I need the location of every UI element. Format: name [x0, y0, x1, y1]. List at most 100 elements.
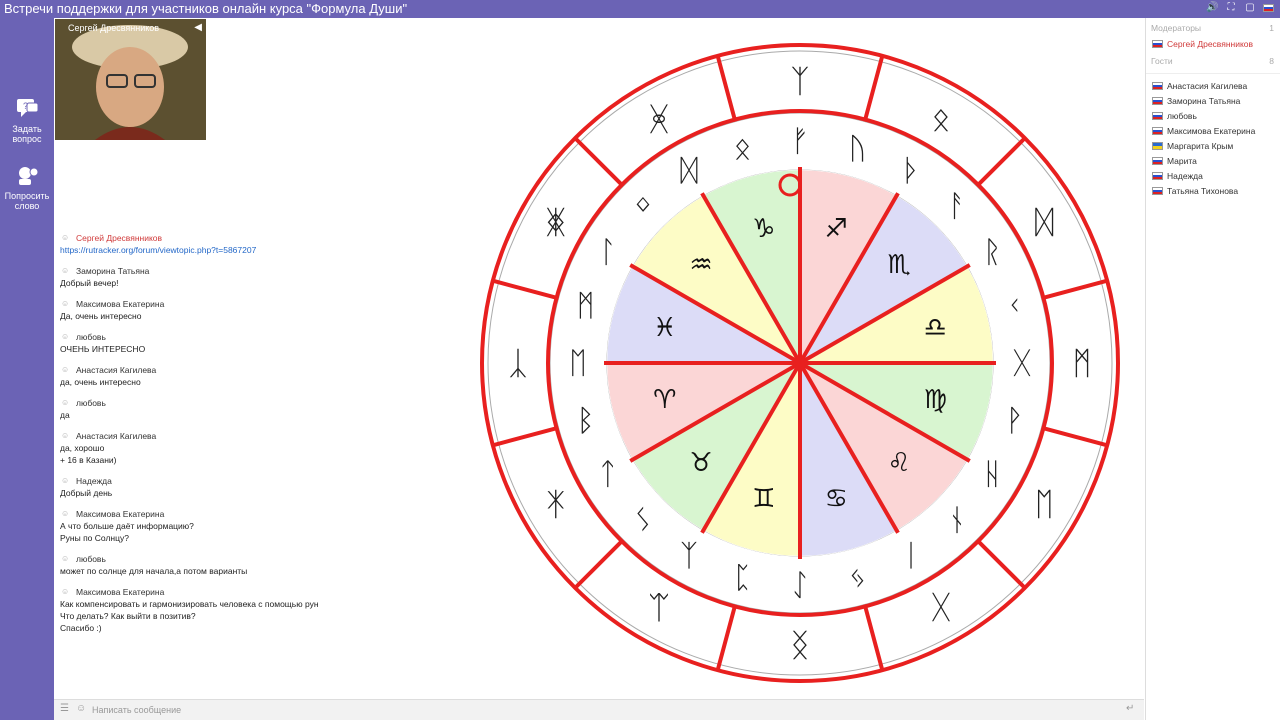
chat-message: Максимова ЕкатеринаКак компенсировать и … — [60, 586, 480, 634]
outer-rune: ᛡ — [546, 485, 565, 523]
flag-ru-icon — [1152, 126, 1163, 135]
guest-item[interactable]: Надежда — [1146, 168, 1280, 183]
message-text: Спасибо :) — [60, 623, 102, 633]
message-author[interactable]: Сергей Дресвянников — [60, 232, 480, 244]
outer-rune: ᛝ — [790, 626, 809, 664]
inner-rune: ᚷ — [1013, 346, 1031, 381]
page-title: Встречи поддержки для участников онлайн … — [4, 1, 408, 16]
inner-rune: ᚱ — [983, 235, 1001, 270]
presenter-avatar — [55, 19, 206, 140]
guest-item[interactable]: Заморина Татьяна — [1146, 93, 1280, 108]
outer-rune: ᛞ — [1035, 203, 1054, 241]
zodiac-sign-glyph: ♑ — [752, 214, 775, 244]
speaker-muted-icon[interactable]: ◀ — [194, 22, 202, 33]
outer-rune: ᛤ — [546, 203, 565, 241]
inner-rune: ᛏ — [599, 457, 617, 492]
zodiac-sign-glyph: ♏ — [887, 250, 910, 280]
inner-rune: ᚹ — [1005, 403, 1023, 438]
message-text: да, очень интересно — [60, 377, 141, 387]
message-text: + 16 в Казани) — [60, 455, 117, 465]
moderator-item[interactable]: Сергей Дресвянников — [1146, 36, 1280, 51]
request-floor-button[interactable]: Попросить слово — [0, 165, 54, 211]
guest-item[interactable]: Маргарита Крым — [1146, 138, 1280, 153]
divider — [1146, 73, 1280, 74]
message-author[interactable]: Надежда — [60, 475, 480, 487]
guests-header: Гости 8 — [1146, 51, 1280, 69]
inner-rune: ᛗ — [577, 289, 595, 324]
moderator-name: Сергей Дресвянников — [1167, 38, 1254, 49]
flag-ru-icon — [1152, 111, 1163, 120]
language-flag-ru[interactable] — [1263, 4, 1274, 12]
message-text: Добрый день — [60, 488, 113, 498]
participants-panel: Модераторы 1 Сергей Дресвянников Гости 8… — [1145, 18, 1280, 720]
flag-ru-icon — [1152, 96, 1163, 105]
message-text: может по солнце для начала,а потом вариа… — [60, 566, 248, 576]
message-author[interactable]: Максимова Екатерина — [60, 508, 480, 520]
left-sidebar: ? Задать вопрос Попросить слово — [0, 18, 54, 720]
webcam-video[interactable]: Сергей Дресвянников ◀ — [55, 19, 206, 140]
inner-rune: ᛃ — [848, 560, 866, 595]
zodiac-sign-glyph: ♐ — [825, 214, 848, 244]
message-text: ОЧЕНЬ ИНТЕРЕСНО — [60, 344, 146, 354]
fullscreen-icon[interactable]: ⛶ — [1225, 2, 1237, 14]
message-author[interactable]: любовь — [60, 397, 480, 409]
message-text: Как компенсировать и гармонизировать чел… — [60, 599, 319, 609]
chat-message: Анастасия Кагилевада, хорошо + 16 в Казан… — [60, 430, 480, 466]
flag-ru-icon — [1152, 81, 1163, 90]
guest-name: любовь — [1167, 110, 1197, 121]
volume-icon[interactable]: 🔊 — [1206, 2, 1218, 14]
inner-rune: ᚦ — [902, 154, 920, 189]
moderators-label: Модераторы — [1151, 23, 1202, 33]
inner-rune: ᚺ — [983, 457, 1001, 492]
message-author[interactable]: Заморина Татьяна — [60, 265, 480, 277]
emoji-icon[interactable]: ☺ — [76, 703, 86, 714]
guest-item[interactable]: любовь — [1146, 108, 1280, 123]
ask-question-button[interactable]: ? Задать вопрос — [0, 98, 54, 144]
inner-rune: ᚨ — [948, 189, 966, 224]
guest-list: Анастасия Кагилева Заморина Татьяна любовь… — [1146, 78, 1280, 198]
outer-rune: ᚷ — [931, 588, 950, 626]
popout-icon[interactable]: ▢ — [1244, 2, 1256, 14]
outer-rune: ᛗ — [1072, 344, 1091, 382]
guest-name: Надежда — [1167, 170, 1203, 181]
message-link[interactable]: https://rutracker.org/forum/viewtopic.ph… — [60, 244, 480, 256]
question-bubble-icon: ? — [17, 99, 39, 117]
inner-rune: ᛚ — [599, 235, 617, 270]
chat-message: Максимова ЕкатеринаДа, очень интересно — [60, 298, 480, 322]
message-input[interactable]: Написать сообщение — [92, 705, 181, 715]
chat-message: НадеждаДобрый день — [60, 475, 480, 499]
moderators-count: 1 — [1269, 23, 1274, 33]
zodiac-sign-glyph: ♎ — [924, 313, 947, 343]
message-text: да, хорошо — [60, 443, 105, 453]
send-icon[interactable]: ↵ — [1126, 703, 1134, 714]
message-author[interactable]: Максимова Екатерина — [60, 298, 480, 310]
message-author[interactable]: Анастасия Кагилева — [60, 364, 480, 376]
message-text: Добрый вечер! — [60, 278, 119, 288]
svg-text:?: ? — [23, 101, 28, 111]
zodiac-sign-glyph: ♌ — [887, 448, 910, 478]
guest-item[interactable]: Марита — [1146, 153, 1280, 168]
message-author[interactable]: Анастасия Кагилева — [60, 430, 480, 442]
flag-ru-icon — [1152, 156, 1163, 165]
zodiac-sign-glyph: ♈ — [653, 385, 676, 415]
guest-item[interactable]: Татьяна Тихонова — [1146, 183, 1280, 198]
zodiac-sign-glyph: ♒ — [689, 250, 712, 280]
menu-icon[interactable]: ☰ — [60, 703, 69, 714]
outer-rune: ᛉ — [790, 62, 809, 100]
guest-item[interactable]: Максимова Екатерина — [1146, 123, 1280, 138]
message-author[interactable]: любовь — [60, 331, 480, 343]
request-floor-label: Попросить слово — [4, 191, 50, 211]
message-text: А что больше даёт информацию? — [60, 521, 194, 531]
guests-count: 8 — [1269, 56, 1274, 66]
guest-item[interactable]: Анастасия Кагилева — [1146, 78, 1280, 93]
message-list: Сергей Дресвянниковhttps://rutracker.org… — [60, 232, 480, 643]
message-text: Руны по Солнцу? — [60, 533, 129, 543]
message-author[interactable]: любовь — [60, 553, 480, 565]
flag-ru-icon — [1152, 186, 1163, 195]
chat-message: любовьОЧЕНЬ ИНТЕРЕСНО — [60, 331, 480, 355]
message-author[interactable]: Максимова Екатерина — [60, 586, 480, 598]
message-text: Что делать? Как выйти в позитив? — [60, 611, 196, 621]
message-text: да — [60, 410, 70, 420]
chat-message: Анастасия Кагилевада, очень интересно — [60, 364, 480, 388]
flag-ru-icon — [1152, 171, 1163, 180]
